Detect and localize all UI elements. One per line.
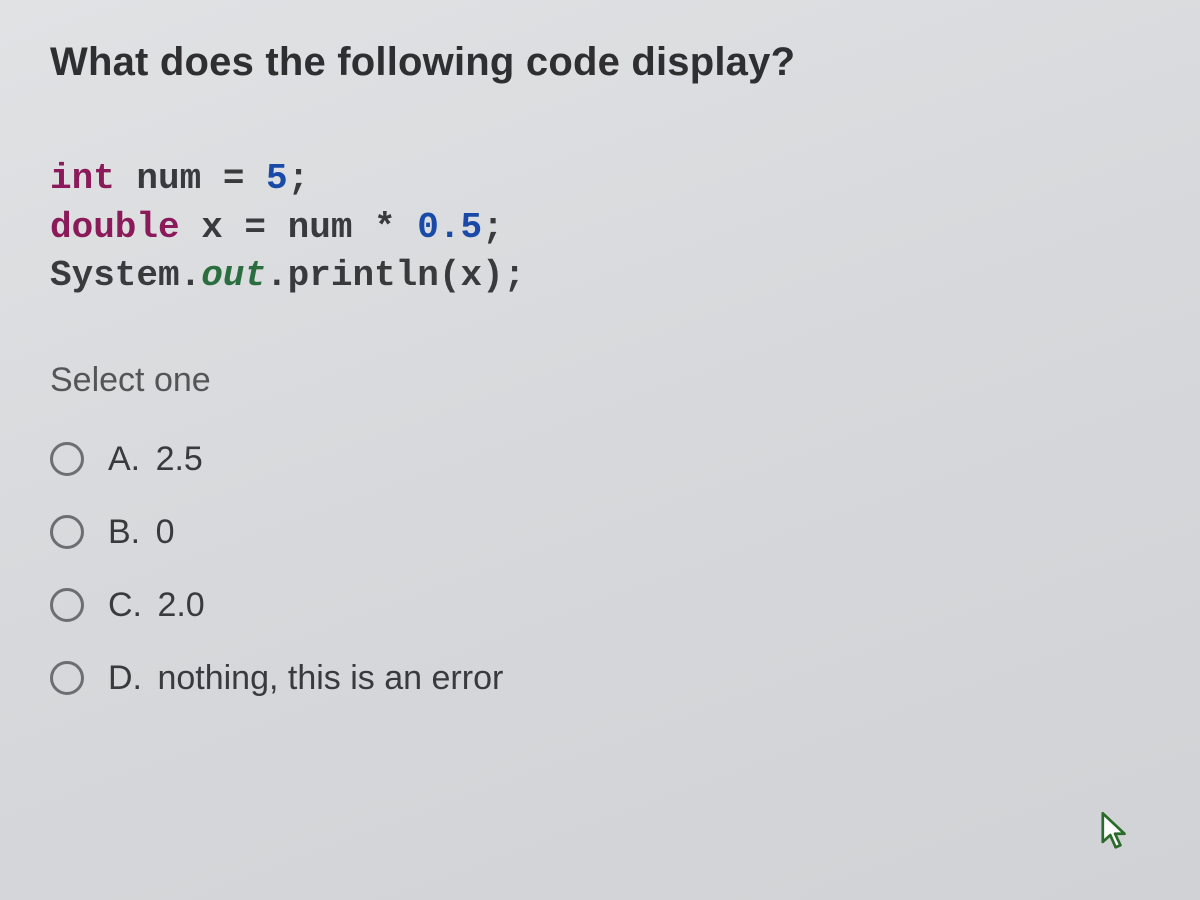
option-label: B. 0 — [108, 513, 175, 552]
radio-icon[interactable] — [50, 661, 84, 695]
select-one-label: Select one — [50, 361, 1150, 400]
option-label: D. nothing, this is an error — [108, 659, 503, 698]
option-letter: B. — [108, 513, 140, 551]
option-d[interactable]: D. nothing, this is an error — [50, 659, 1150, 698]
option-text: 2.5 — [156, 440, 203, 478]
cursor-icon — [1100, 812, 1130, 850]
option-letter: C. — [108, 586, 142, 624]
option-text: nothing, this is an error — [157, 659, 503, 697]
code-text: ; — [482, 207, 504, 248]
code-literal: 5 — [266, 158, 288, 199]
option-label: C. 2.0 — [108, 586, 205, 625]
question-title: What does the following code display? — [50, 40, 1150, 85]
radio-icon[interactable] — [50, 515, 84, 549]
option-letter: A. — [108, 440, 140, 478]
code-text: System. — [50, 255, 201, 296]
option-text: 2.0 — [157, 586, 204, 624]
option-label: A. 2.5 — [108, 440, 203, 479]
option-b[interactable]: B. 0 — [50, 513, 1150, 552]
option-a[interactable]: A. 2.5 — [50, 440, 1150, 479]
code-text: num = — [115, 158, 266, 199]
code-keyword-int: int — [50, 158, 115, 199]
radio-icon[interactable] — [50, 442, 84, 476]
code-block: int num = 5; double x = num * 0.5; Syste… — [50, 155, 1150, 301]
code-static-out: out — [201, 255, 266, 296]
option-letter: D. — [108, 659, 142, 697]
option-c[interactable]: C. 2.0 — [50, 586, 1150, 625]
code-text: ; — [288, 158, 310, 199]
code-text: .println(x); — [266, 255, 525, 296]
code-text: x = num * — [180, 207, 418, 248]
code-literal: 0.5 — [417, 207, 482, 248]
option-text: 0 — [156, 513, 175, 551]
radio-icon[interactable] — [50, 588, 84, 622]
code-keyword-double: double — [50, 207, 180, 248]
options-group: A. 2.5 B. 0 C. 2.0 D. nothing, this is a… — [50, 440, 1150, 698]
